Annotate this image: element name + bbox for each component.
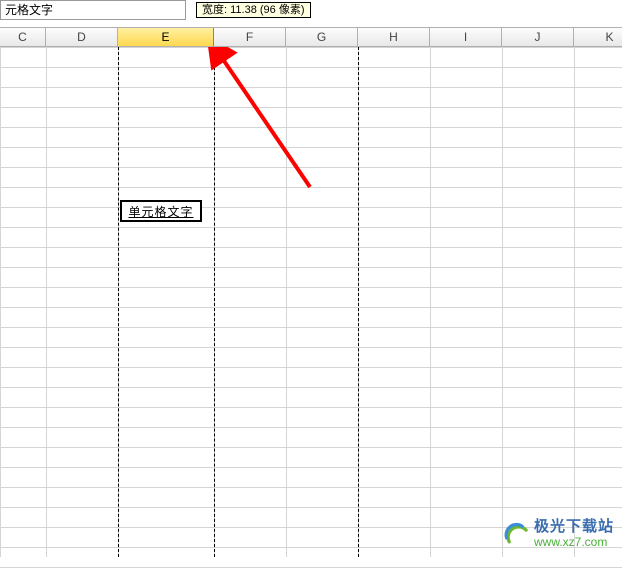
grid-row-line (0, 507, 622, 508)
cell-text: 单元格文字 (128, 203, 193, 220)
column-header-i[interactable]: I (430, 28, 502, 46)
grid-row-line (0, 407, 622, 408)
grid-row-line (0, 487, 622, 488)
column-headers: CDEFGHIJK (0, 27, 622, 47)
grid-col-line (0, 47, 1, 557)
grid-row-line (0, 447, 622, 448)
spreadsheet-grid[interactable]: 单元格文字 (0, 47, 622, 557)
grid-row-line (0, 167, 622, 168)
grid-col-line (430, 47, 431, 557)
column-header-e[interactable]: E (118, 28, 214, 46)
grid-row-line (0, 67, 622, 68)
tooltip-text: 宽度: 11.38 (96 像素) (202, 4, 305, 16)
column-header-c[interactable]: C (0, 28, 46, 46)
grid-col-line (358, 47, 359, 557)
column-width-tooltip: 宽度: 11.38 (96 像素) (196, 2, 311, 18)
column-header-g[interactable]: G (286, 28, 358, 46)
grid-col-line (502, 47, 503, 557)
grid-col-line (214, 47, 215, 557)
grid-row-line (0, 287, 622, 288)
grid-row-line (0, 87, 622, 88)
grid-row-line (0, 267, 622, 268)
column-header-j[interactable]: J (502, 28, 574, 46)
grid-col-line (46, 47, 47, 557)
grid-col-line (286, 47, 287, 557)
grid-row-line (0, 327, 622, 328)
page-break-line (118, 47, 119, 557)
grid-row-line (0, 127, 622, 128)
column-header-f[interactable]: F (214, 28, 286, 46)
grid-col-line (118, 47, 119, 557)
grid-row-line (0, 467, 622, 468)
grid-row-line (0, 307, 622, 308)
grid-row-line (0, 367, 622, 368)
grid-row-line (0, 47, 622, 48)
grid-row-line (0, 147, 622, 148)
name-box-value: 元格文字 (5, 3, 53, 17)
name-box[interactable]: 元格文字 (0, 0, 186, 20)
grid-row-line (0, 207, 622, 208)
grid-row-line (0, 247, 622, 248)
page-break-line (214, 47, 215, 557)
watermark-title: 极光下载站 (534, 519, 614, 536)
grid-row-line (0, 387, 622, 388)
watermark-logo-icon (504, 521, 530, 547)
watermark-text: 极光下载站 www.xz7.com (534, 519, 614, 549)
grid-row-line (0, 107, 622, 108)
grid-row-line (0, 347, 622, 348)
column-header-h[interactable]: H (358, 28, 430, 46)
watermark-url: www.xz7.com (534, 536, 614, 549)
column-header-d[interactable]: D (46, 28, 118, 46)
page-break-line (358, 47, 359, 557)
grid-col-line (574, 47, 575, 557)
grid-row-line (0, 427, 622, 428)
dragging-cell-content[interactable]: 单元格文字 (120, 200, 202, 222)
column-header-k[interactable]: K (574, 28, 622, 46)
grid-row-line (0, 187, 622, 188)
watermark: 极光下载站 www.xz7.com (504, 519, 614, 549)
grid-row-line (0, 227, 622, 228)
